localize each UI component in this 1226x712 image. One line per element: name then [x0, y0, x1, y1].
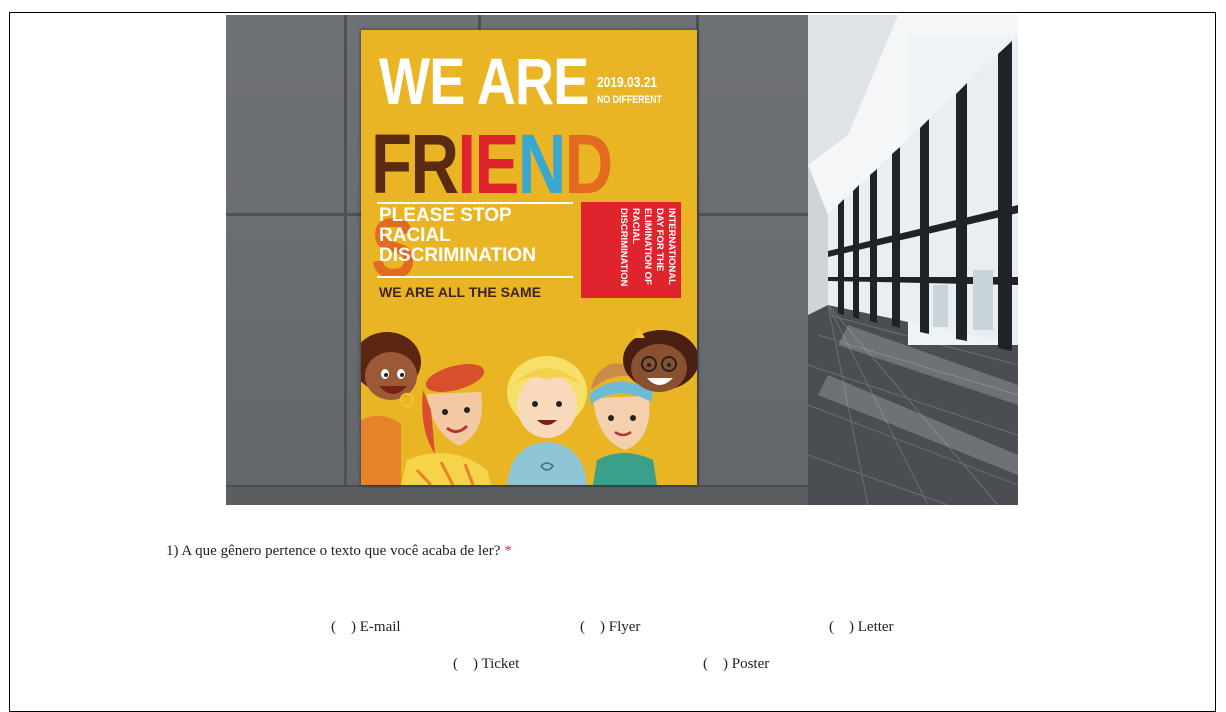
poster-tagline: NO DIFFERENT: [597, 94, 663, 106]
red-box-line: INTERNATIONAL: [666, 208, 677, 285]
poster-message-line: PLEASE STOP: [379, 205, 512, 226]
poster-date: 2019.03.21: [597, 74, 658, 91]
poster-red-box: INTERNATIONAL DAY FOR THE ELIMINATION OF…: [581, 202, 681, 298]
option-label: ) Poster: [723, 656, 770, 672]
option-letter[interactable]: ( ) Letter: [829, 619, 894, 636]
option-poster[interactable]: ( ) Poster: [703, 656, 769, 673]
question-text: 1) A que gênero pertence o texto que voc…: [166, 543, 512, 560]
children-illustration: [361, 328, 697, 485]
friends-letter: E: [474, 117, 519, 211]
red-box-line: DAY FOR THE: [654, 208, 665, 272]
radio-paren: (: [331, 619, 336, 635]
poster-message-line: DISCRIMINATION: [379, 245, 536, 266]
poster-divider: [377, 202, 573, 204]
option-label: ) E-mail: [351, 619, 401, 635]
option-label: ) Flyer: [600, 619, 641, 635]
racial-discrimination-poster: WE ARE 2019.03.21 NO DIFFERENT FRIENDS P…: [361, 30, 697, 485]
friends-letter: R: [410, 117, 459, 211]
poster-slogan: WE ARE ALL THE SAME: [379, 284, 542, 300]
red-box-line: DISCRIMINATION: [618, 208, 629, 287]
radio-paren: (: [703, 656, 708, 672]
option-email[interactable]: ( ) E-mail: [331, 619, 401, 636]
poster-message: PLEASE STOP RACIAL DISCRIMINATION: [379, 206, 536, 266]
poster-message-line: RACIAL: [379, 225, 451, 246]
required-mark: *: [504, 543, 512, 559]
friends-letter: F: [371, 117, 412, 211]
poster-photo: WE ARE 2019.03.21 NO DIFFERENT FRIENDS P…: [226, 15, 1018, 505]
corridor-background: [808, 15, 1018, 505]
friends-letter: I: [457, 117, 476, 211]
question-label: 1) A que gênero pertence o texto que voc…: [166, 543, 501, 559]
radio-paren: (: [453, 656, 458, 672]
poster-divider: [377, 276, 573, 278]
friends-letter: N: [517, 117, 567, 211]
friends-letter: D: [564, 117, 614, 211]
red-box-line: RACIAL: [630, 208, 641, 244]
option-flyer[interactable]: ( ) Flyer: [580, 619, 640, 636]
red-box-line: ELIMINATION OF: [642, 208, 653, 285]
option-label: ) Ticket: [473, 656, 520, 672]
radio-paren: (: [580, 619, 585, 635]
option-ticket[interactable]: ( ) Ticket: [453, 656, 519, 673]
poster-headline: WE ARE: [379, 44, 589, 118]
radio-paren: (: [829, 619, 834, 635]
option-label: ) Letter: [849, 619, 894, 635]
